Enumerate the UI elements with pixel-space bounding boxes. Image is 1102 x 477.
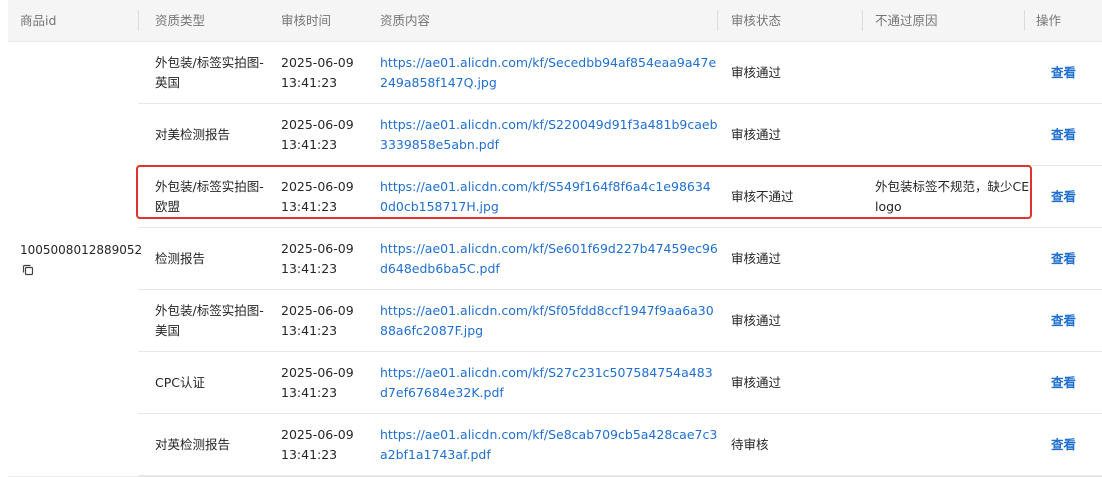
review-status: 审核通过 — [731, 251, 782, 266]
review-time: 2025-06-09 13:41:23 — [281, 303, 354, 338]
table-row: 检测报告 2025-06-09 13:41:23 https://ae01.al… — [138, 228, 1102, 290]
product-cell: 1005008012889052 — [8, 42, 142, 475]
review-time: 2025-06-09 13:41:23 — [281, 427, 354, 462]
qualification-link[interactable]: https://ae01.alicdn.com/kf/Secedbb94af85… — [380, 53, 718, 93]
reject-reason: 外包装标签不规范，缺少CE logo — [875, 179, 1030, 214]
copy-icon[interactable] — [22, 264, 34, 276]
review-status: 审核通过 — [731, 127, 782, 142]
qualification-link[interactable]: https://ae01.alicdn.com/kf/S220049d91f3a… — [380, 115, 718, 155]
header-op: 操作 — [1036, 13, 1062, 28]
qualification-type: CPC认证 — [155, 375, 205, 390]
table-row: 对英检测报告 2025-06-09 13:41:23 https://ae01.… — [138, 414, 1102, 476]
qualification-link[interactable]: https://ae01.alicdn.com/kf/Se601f69d227b… — [380, 239, 718, 279]
view-button[interactable]: 查看 — [1051, 187, 1076, 207]
qualification-type: 外包装/标签实拍图-欧盟 — [155, 179, 264, 214]
review-time: 2025-06-09 13:41:23 — [281, 55, 354, 90]
qualification-link[interactable]: https://ae01.alicdn.com/kf/S27c231c50758… — [380, 363, 718, 403]
view-button[interactable]: 查看 — [1051, 435, 1076, 455]
review-status: 审核通过 — [731, 375, 782, 390]
header-divider — [1024, 10, 1025, 31]
header-product-id: 商品id — [20, 13, 57, 28]
qualification-link[interactable]: https://ae01.alicdn.com/kf/Se8cab709cb5a… — [380, 425, 718, 465]
header-content: 资质内容 — [380, 13, 431, 28]
review-time: 2025-06-09 13:41:23 — [281, 179, 354, 214]
qualification-type: 对美检测报告 — [155, 127, 231, 142]
view-button[interactable]: 查看 — [1051, 63, 1076, 83]
qualification-type: 对英检测报告 — [155, 437, 231, 452]
qualification-type: 外包装/标签实拍图-英国 — [155, 55, 264, 90]
header-time: 审核时间 — [281, 13, 332, 28]
qualification-type: 检测报告 — [155, 251, 206, 266]
table-row: 外包装/标签实拍图-美国 2025-06-09 13:41:23 https:/… — [138, 290, 1102, 352]
table-row: 外包装/标签实拍图-欧盟 2025-06-09 13:41:23 https:/… — [138, 166, 1102, 228]
header-status: 审核状态 — [731, 13, 782, 28]
view-button[interactable]: 查看 — [1051, 249, 1076, 269]
product-id: 1005008012889052 — [20, 243, 143, 257]
table-header: 商品id 资质类型 审核时间 资质内容 审核状态 不通过原因 操作 — [8, 0, 1102, 42]
table-row: 对美检测报告 2025-06-09 13:41:23 https://ae01.… — [138, 104, 1102, 166]
table-row: CPC认证 2025-06-09 13:41:23 https://ae01.a… — [138, 352, 1102, 414]
header-reason: 不通过原因 — [875, 13, 938, 28]
header-divider — [138, 10, 139, 31]
qualification-type: 外包装/标签实拍图-美国 — [155, 303, 264, 338]
qualification-link[interactable]: https://ae01.alicdn.com/kf/S549f164f8f6a… — [380, 177, 718, 217]
review-status: 审核通过 — [731, 313, 782, 328]
review-time: 2025-06-09 13:41:23 — [281, 117, 354, 152]
review-status: 审核不通过 — [731, 189, 794, 204]
view-button[interactable]: 查看 — [1051, 311, 1076, 331]
qualification-link[interactable]: https://ae01.alicdn.com/kf/Sf05fdd8ccf19… — [380, 301, 718, 341]
view-button[interactable]: 查看 — [1051, 373, 1076, 393]
table-row: 外包装/标签实拍图-英国 2025-06-09 13:41:23 https:/… — [138, 42, 1102, 104]
review-time: 2025-06-09 13:41:23 — [281, 241, 354, 276]
view-button[interactable]: 查看 — [1051, 125, 1076, 145]
review-status: 待审核 — [731, 437, 769, 452]
header-divider — [862, 10, 863, 31]
header-type: 资质类型 — [155, 13, 206, 28]
review-status: 审核通过 — [731, 65, 782, 80]
review-time: 2025-06-09 13:41:23 — [281, 365, 354, 400]
header-divider — [717, 10, 718, 31]
